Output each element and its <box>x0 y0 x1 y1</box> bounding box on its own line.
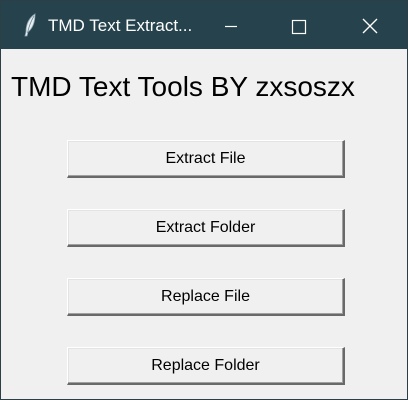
replace-file-button[interactable]: Replace File <box>67 278 345 316</box>
maximize-button[interactable] <box>269 1 329 49</box>
minimize-button[interactable] <box>201 1 261 49</box>
app-window: TMD Text Extract... TMD Text Tools BY zx… <box>0 0 408 400</box>
replace-folder-button[interactable]: Replace Folder <box>67 347 345 385</box>
close-icon <box>362 18 378 34</box>
main-content: TMD Text Tools BY zxsoszx Extract File E… <box>1 49 407 399</box>
extract-file-button[interactable]: Extract File <box>67 140 345 178</box>
close-button[interactable] <box>339 1 399 49</box>
window-title: TMD Text Extract... <box>48 16 193 35</box>
title-bar[interactable]: TMD Text Extract... <box>1 1 407 49</box>
maximize-icon <box>291 19 307 35</box>
feather-icon <box>23 13 37 37</box>
minimize-icon <box>225 25 237 28</box>
extract-folder-button[interactable]: Extract Folder <box>67 209 345 247</box>
page-title: TMD Text Tools BY zxsoszx <box>11 71 355 102</box>
